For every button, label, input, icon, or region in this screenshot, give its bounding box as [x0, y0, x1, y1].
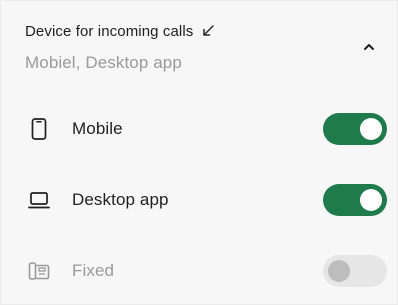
section-title: Device for incoming calls [25, 22, 194, 40]
mobile-toggle[interactable] [323, 113, 387, 145]
toggle-knob [360, 189, 382, 211]
incoming-calls-device-panel: Device for incoming calls Mobiel, Deskto… [0, 0, 398, 305]
device-row-desktop-app: Desktop app [1, 172, 397, 228]
device-row-fixed: Fixed [1, 243, 397, 299]
device-label-fixed: Fixed [72, 261, 115, 280]
device-label-mobile: Mobile [72, 119, 123, 138]
arrow-down-left-icon [201, 24, 215, 38]
toggle-knob [328, 260, 350, 282]
desktop-app-toggle[interactable] [323, 184, 387, 216]
desk-phone-icon [27, 259, 51, 283]
toggle-knob [360, 118, 382, 140]
device-row-mobile: Mobile [1, 101, 397, 157]
device-label-desktop-app: Desktop app [72, 190, 169, 209]
smartphone-icon [27, 117, 51, 141]
fixed-toggle[interactable] [323, 255, 387, 287]
laptop-icon [27, 188, 51, 212]
section-header[interactable]: Device for incoming calls Mobiel, Deskto… [1, 1, 397, 97]
chevron-up-icon[interactable] [361, 39, 377, 55]
section-summary: Mobiel, Desktop app [25, 53, 182, 72]
section-title-row: Device for incoming calls [25, 21, 215, 41]
